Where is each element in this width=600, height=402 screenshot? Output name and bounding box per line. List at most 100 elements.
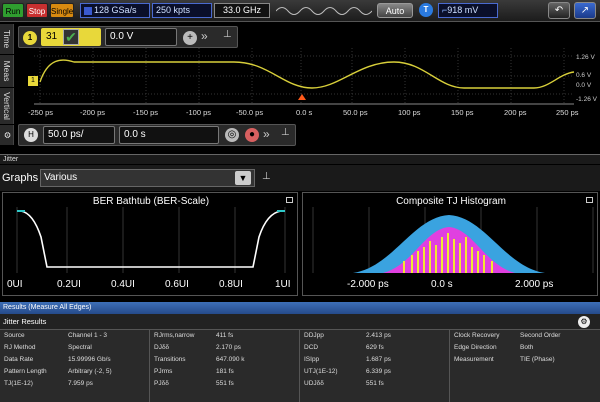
- maximize-icon[interactable]: [286, 197, 293, 203]
- histogram-x-tick: 2.000 ps: [515, 279, 554, 290]
- result-key: Measurement: [454, 356, 494, 363]
- result-row: Clock Recovery Second Order: [450, 330, 600, 342]
- horizontal-expand-icon[interactable]: »: [263, 127, 270, 141]
- result-value: Both: [520, 344, 534, 351]
- x-tick-label: 100 ps: [398, 108, 421, 117]
- result-value: 2.413 ps: [366, 332, 391, 339]
- undo-icon[interactable]: ↶: [548, 2, 570, 19]
- bathtub-x-tick: 1UI: [275, 279, 291, 290]
- sample-rate-field[interactable]: 128 GSa/s: [80, 3, 150, 18]
- results-header-label: Results (Measure All Edges): [3, 304, 92, 311]
- x-tick-label: -200 ps: [80, 108, 106, 117]
- trigger-level-field[interactable]: ⌐918 mV: [438, 3, 498, 18]
- result-row: Pattern Length Arbitrary (-2, 5): [0, 366, 150, 378]
- run-button[interactable]: Run: [2, 3, 24, 18]
- y-tick-label: 0.6 V: [576, 72, 592, 79]
- bathtub-title: BER Bathtub (BER-Scale): [92, 196, 210, 207]
- result-row: Edge Direction Both: [450, 342, 600, 354]
- jitter-results-bar: Jitter Results ⚙: [0, 314, 600, 330]
- result-value: 551 fs: [366, 380, 384, 387]
- result-row: PJrms 181 fs: [150, 366, 300, 378]
- graphs-label: Graphs: [2, 172, 39, 184]
- top-toolbar: Run Stop Single 128 GSa/s 250 kpts 33.0 …: [0, 0, 600, 22]
- result-row: Transitions 647.090 k: [150, 354, 300, 366]
- x-tick-label: 200 ps: [504, 108, 527, 117]
- result-value: 181 fs: [216, 368, 234, 375]
- expand-chevron-icon[interactable]: »: [201, 29, 208, 43]
- channel-1-icon[interactable]: 1: [23, 31, 37, 45]
- single-button[interactable]: Single: [50, 3, 74, 18]
- horizontal-scale-field[interactable]: 50.0 ps/: [43, 126, 115, 144]
- result-key: RJrms,narrow: [154, 332, 195, 339]
- graphs-pin-icon[interactable]: ⊥: [262, 171, 271, 182]
- result-row: DDJpp 2.413 ps: [300, 330, 450, 342]
- tab-time[interactable]: Time: [0, 24, 14, 54]
- record-icon[interactable]: ●: [245, 128, 259, 142]
- result-value: 629 fs: [366, 344, 384, 351]
- horizontal-position-field[interactable]: 0.0 s: [119, 126, 219, 144]
- x-tick-label: -250 ps: [28, 108, 54, 117]
- sample-rate-value: 128 GSa/s: [94, 5, 137, 15]
- result-row: ISIpp 1.687 ps: [300, 354, 450, 366]
- add-icon[interactable]: +: [183, 31, 197, 45]
- result-row: TJ(1E-12) 7.959 ps: [0, 378, 150, 390]
- result-value: 411 fs: [216, 332, 234, 339]
- result-row: Source Channel 1 - 3: [0, 330, 150, 342]
- results-settings-icon[interactable]: ⚙: [578, 316, 590, 328]
- result-key: PJrms: [154, 368, 173, 375]
- dropdown-chevron-icon[interactable]: ▼: [235, 171, 251, 185]
- zoom-icon[interactable]: ◎: [225, 128, 239, 142]
- trigger-mode-wave-icon: [276, 7, 372, 15]
- tab-vertical-label: Vertical: [1, 92, 12, 120]
- result-key: RJ Method: [4, 344, 36, 351]
- result-value: 15.99996 Gb/s: [68, 356, 111, 363]
- y-tick-label: 1.26 V: [576, 54, 595, 61]
- channel-offset-field[interactable]: 0.0 V: [105, 28, 177, 46]
- checkmark-icon[interactable]: ✔: [63, 29, 79, 45]
- bathtub-x-tick: 0.4UI: [111, 279, 135, 290]
- bathtub-x-tick: 0UI: [7, 279, 23, 290]
- stop-button[interactable]: Stop: [26, 3, 48, 18]
- pin-icon[interactable]: ⊥: [223, 29, 232, 40]
- channel-scale-value: 31: [46, 31, 58, 42]
- trigger-level-value: 918 mV: [447, 5, 479, 15]
- result-key: Source: [4, 332, 25, 339]
- result-key: ISIpp: [304, 356, 320, 363]
- results-column: Source Channel 1 - 3 RJ Method Spectral Da…: [0, 330, 150, 402]
- tab-vertical[interactable]: Vertical: [0, 88, 14, 124]
- graphs-select[interactable]: Various ▼: [40, 169, 255, 187]
- graphs-toolbar: Graphs Various ▼ ⊥: [0, 165, 600, 191]
- x-tick-label: 250 ps: [556, 108, 579, 117]
- result-key: Pattern Length: [4, 368, 47, 375]
- bathtub-curve: [20, 210, 282, 268]
- horizontal-icon[interactable]: H: [24, 128, 38, 142]
- ground-marker[interactable]: 1: [28, 76, 38, 86]
- result-value: Channel 1 - 3: [68, 332, 108, 339]
- measure-icon[interactable]: ↗: [574, 2, 596, 19]
- x-tick-label: -150 ps: [133, 108, 159, 117]
- result-key: PJδδ: [154, 380, 169, 387]
- horizontal-pin-icon[interactable]: ⊥: [281, 127, 290, 138]
- bandwidth-field[interactable]: 33.0 GHz: [214, 3, 270, 18]
- maximize-icon[interactable]: [586, 197, 593, 203]
- result-key: Clock Recovery: [454, 332, 500, 339]
- results-column: Clock Recovery Second Order Edge Directio…: [450, 330, 600, 402]
- result-key: UDJδδ: [304, 380, 324, 387]
- memory-depth-field[interactable]: 250 kpts: [152, 3, 212, 18]
- tab-settings[interactable]: ⚙: [0, 125, 14, 145]
- histogram-x-tick: 0.0 s: [431, 279, 453, 290]
- trigger-icon[interactable]: T: [419, 3, 433, 17]
- tj-histogram-panel: Composite TJ Histogram -2.000 ps 0.0 s 2…: [302, 192, 598, 296]
- result-row: DJδδ 2.170 ps: [150, 342, 300, 354]
- tab-meas[interactable]: Meas: [0, 55, 14, 87]
- result-key: Transitions: [154, 356, 186, 363]
- result-key: DDJpp: [304, 332, 324, 339]
- auto-button[interactable]: Auto: [377, 3, 413, 18]
- bathtub-x-tick: 0.2UI: [57, 279, 81, 290]
- y-tick-label: -1.26 V: [576, 96, 597, 103]
- result-row: DCD 629 fs: [300, 342, 450, 354]
- x-tick-label: 0.0 s: [296, 108, 313, 117]
- result-value: 6.339 ps: [366, 368, 391, 375]
- x-tick-label: -100 ps: [186, 108, 212, 117]
- result-value: TIE (Phase): [520, 356, 555, 363]
